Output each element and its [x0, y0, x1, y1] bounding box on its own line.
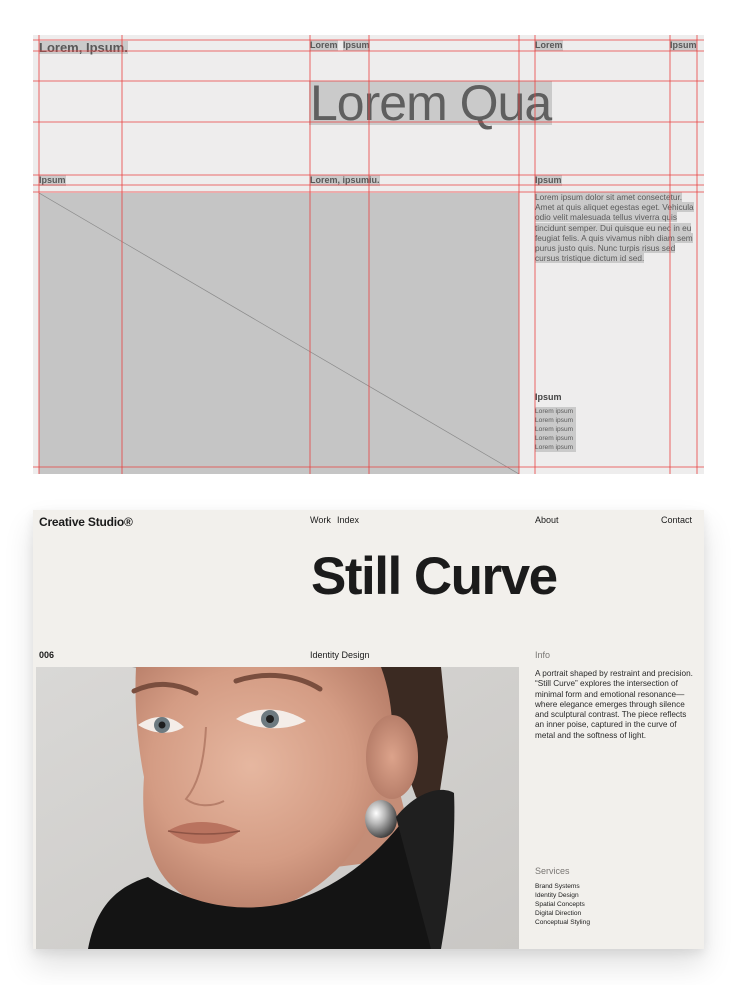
wireframe-list: Lorem ipsum Lorem ipsum Lorem ipsum Lore… — [535, 407, 576, 453]
wireframe-list-item: Lorem ipsum — [535, 434, 576, 444]
project-description: A portrait shaped by restraint and preci… — [535, 669, 693, 740]
wireframe-list-label: Ipsum — [535, 392, 562, 402]
wireframe-list-item: Lorem ipsum — [535, 443, 576, 453]
wireframe-category-label: Lorem, ipsumiu. — [310, 175, 380, 186]
services-label: Services — [535, 866, 570, 876]
nav-contact-link[interactable]: Contact — [661, 515, 692, 525]
wireframe-index-label: Ipsum — [39, 175, 66, 186]
project-category: Identity Design — [310, 650, 370, 660]
nav-about-link[interactable]: About — [535, 515, 559, 525]
wireframe-logo: Lorem, Ipsum. — [39, 40, 128, 55]
service-item: Identity Design — [535, 892, 579, 899]
placeholder-cross-line — [39, 193, 519, 474]
wireframe-info-label: Ipsum — [535, 175, 562, 186]
project-title: Still Curve — [311, 547, 558, 606]
wireframe-list-item: Lorem ipsum — [535, 416, 576, 426]
image-placeholder — [39, 193, 519, 474]
wireframe-nav-about[interactable]: Lorem — [535, 40, 563, 51]
service-item: Spatial Concepts — [535, 901, 585, 908]
services-list: Brand Systems Identity Design Spatial Co… — [535, 882, 590, 927]
portrait-photo — [36, 667, 519, 949]
service-item: Conceptual Styling — [535, 919, 590, 926]
nav-index-link[interactable]: Index — [337, 515, 359, 525]
service-item: Digital Direction — [535, 910, 582, 917]
site-logo[interactable]: Creative Studio® — [39, 515, 133, 529]
wireframe-description: Lorem ipsum dolor sit amet consectetur. … — [535, 192, 694, 264]
service-item: Brand Systems — [535, 883, 580, 890]
info-label: Info — [535, 650, 551, 660]
wireframe-list-item: Lorem ipsum — [535, 407, 576, 417]
project-number: 006 — [39, 650, 55, 660]
wireframe-mockup: Lorem, Ipsum. Lorem Ipsum Lorem Ipsum Lo… — [33, 35, 704, 474]
wireframe-title: Lorem Qua — [309, 75, 552, 131]
wireframe-list-item: Lorem ipsum — [535, 425, 576, 435]
website-mockup: Creative Studio® Work Index About Contac… — [33, 510, 704, 949]
wireframe-nav-link-2[interactable]: Ipsum — [343, 40, 370, 51]
wireframe-nav-contact[interactable]: Ipsum — [670, 40, 697, 51]
wireframe-nav-link-1[interactable]: Lorem — [310, 40, 338, 51]
nav-work-link[interactable]: Work — [310, 515, 331, 525]
